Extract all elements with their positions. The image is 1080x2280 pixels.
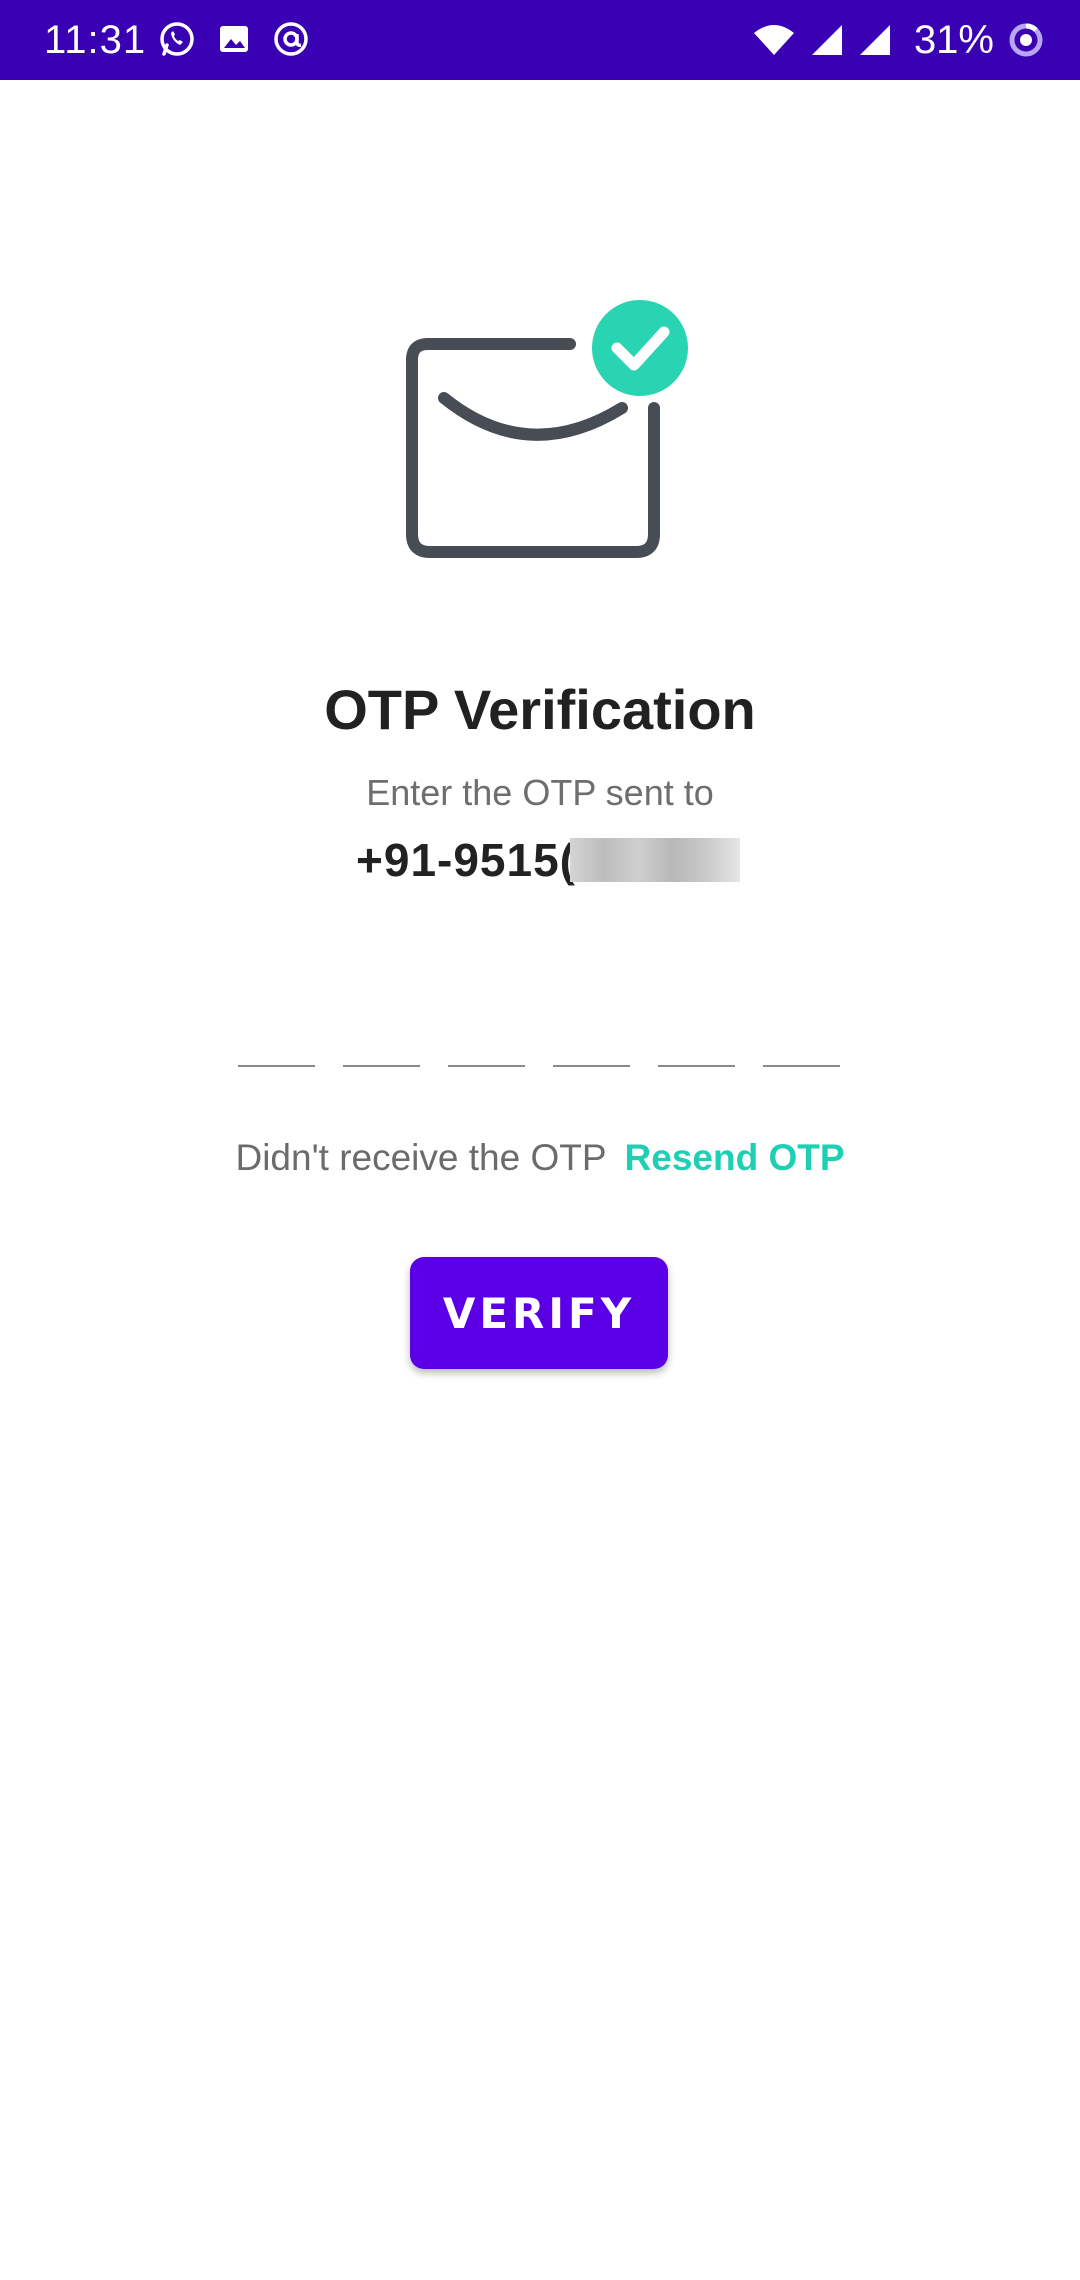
- page-title: OTP Verification: [324, 678, 756, 741]
- resend-prompt: Didn't receive the OTP: [235, 1137, 607, 1178]
- wifi-icon: [752, 23, 796, 57]
- cell-signal-icon: [810, 23, 844, 57]
- battery-saver-icon: [1008, 22, 1044, 58]
- battery-percent: 31%: [913, 18, 994, 62]
- notification-icons: [158, 20, 310, 58]
- otp-digit-6[interactable]: [763, 1005, 840, 1067]
- otp-digit-5[interactable]: [658, 1005, 735, 1067]
- status-bar: 11:31 31%: [0, 0, 1080, 80]
- otp-digit-3[interactable]: [448, 1005, 525, 1067]
- otp-input-group: [238, 1005, 840, 1067]
- otp-digit-1[interactable]: [238, 1005, 315, 1067]
- otp-digit-2[interactable]: [343, 1005, 420, 1067]
- otp-sent-label: Enter the OTP sent to: [366, 772, 714, 813]
- resend-row: Didn't receive the OTP Resend OTP: [0, 1130, 1080, 1186]
- phone-number-row: +91-9515(: [356, 830, 740, 890]
- gallery-icon: [218, 23, 250, 55]
- cell-signal-icon: [858, 23, 892, 57]
- otp-digit-4[interactable]: [553, 1005, 630, 1067]
- phone-number-redacted-block: [570, 838, 740, 882]
- whatsapp-icon: [158, 20, 196, 58]
- resend-otp-link[interactable]: Resend OTP: [625, 1137, 845, 1178]
- status-time: 11:31: [44, 18, 147, 62]
- phone-number: +91-9515(: [356, 834, 576, 886]
- at-sign-icon: [272, 20, 310, 58]
- verify-button[interactable]: VERIFY: [410, 1257, 668, 1369]
- envelope-check-icon: [400, 290, 700, 570]
- system-status: 31%: [752, 14, 1044, 66]
